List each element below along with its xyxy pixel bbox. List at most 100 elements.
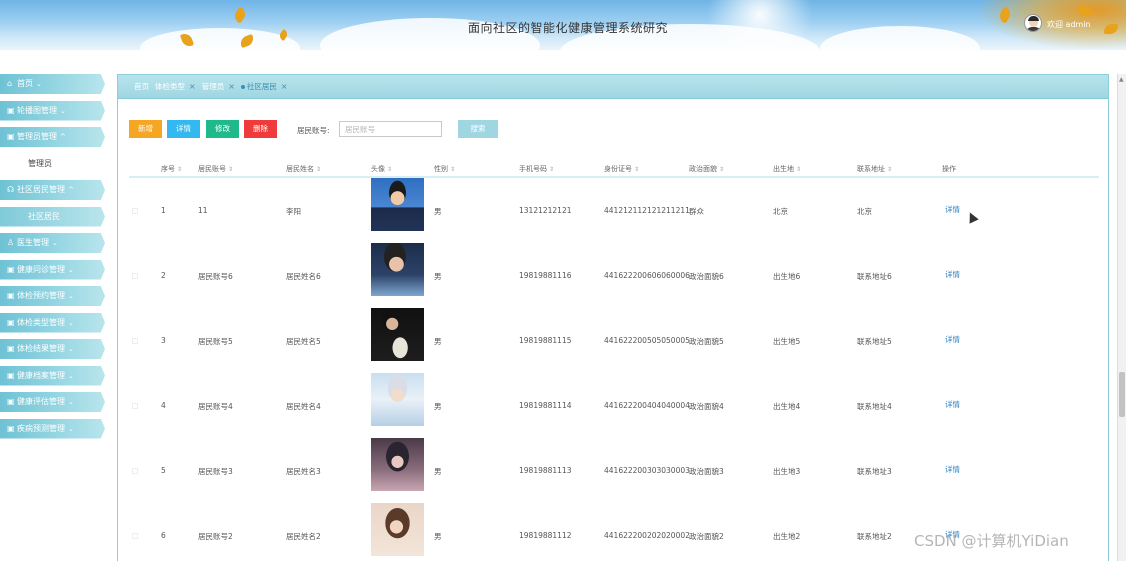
cell-address: 联系地址6 xyxy=(857,272,892,281)
active-dot-icon xyxy=(240,84,245,89)
sidebar-item-doctor[interactable]: ♙ 医生管理 ⌄ xyxy=(0,233,105,253)
cell-political: 政治面貌4 xyxy=(689,402,724,411)
cell-account: 居民账号4 xyxy=(198,402,233,411)
column-header[interactable]: 居民姓名 ⇕ xyxy=(286,164,321,174)
cell-phone: 13121212121 xyxy=(519,206,572,215)
sidebar-item-exam-type[interactable]: ▣ 体检类型管理 ⌄ xyxy=(0,312,105,333)
row-checkbox[interactable] xyxy=(132,208,138,214)
close-icon[interactable]: × xyxy=(189,82,196,91)
detail-link[interactable]: 详情 xyxy=(945,464,960,475)
detail-link[interactable]: 详情 xyxy=(945,334,960,345)
sidebar-item-admin-mgmt[interactable]: ▣ 管理员管理 ^ xyxy=(0,127,105,147)
row-checkbox[interactable] xyxy=(132,468,138,474)
table-row[interactable]: 2 居民账号6 居民姓名6 男 19819881116 44162220060606000… xyxy=(129,243,1099,308)
close-icon[interactable]: × xyxy=(281,82,288,91)
tab-bar: 首页 体检类型 × 管理员 × 社区居民 × xyxy=(118,75,1108,99)
column-header[interactable]: 身份证号 ⇕ xyxy=(604,164,639,174)
table-row[interactable]: 1 11 李阳男 13121212121 441212112121211211 群众 北京北… xyxy=(129,178,1099,243)
column-header[interactable]: 手机号码 ⇕ xyxy=(519,164,554,174)
chart-icon: ▣ xyxy=(7,397,15,406)
scrollbar-thumb[interactable] xyxy=(1119,372,1125,417)
tab-admin[interactable]: 管理员 × xyxy=(202,81,235,92)
resident-photo xyxy=(371,373,424,426)
delete-button[interactable]: 删除 xyxy=(244,120,277,138)
sidebar-item-label: 社区居民管理 xyxy=(17,185,65,194)
cell-account: 居民账号2 xyxy=(198,532,233,541)
sidebar-item-consult[interactable]: ▣ 健康问诊管理 ⌄ xyxy=(0,259,105,280)
search-input[interactable] xyxy=(339,121,442,137)
chevron-up-icon: ^ xyxy=(68,186,74,194)
tab-resident[interactable]: 社区居民 × xyxy=(240,81,288,92)
folder-icon: ▣ xyxy=(7,370,15,380)
header-cloud xyxy=(140,28,300,50)
sidebar-subitem-admin[interactable]: 管理员 xyxy=(0,154,105,174)
chevron-down-icon: ⌄ xyxy=(68,371,74,380)
column-header[interactable]: 头像 ⇕ xyxy=(371,164,392,174)
sidebar-item-health-assess[interactable]: ▣ 健康评估管理 ⌄ xyxy=(0,392,105,412)
sort-icon: ⇕ xyxy=(887,166,893,173)
cell-gender: 男 xyxy=(434,467,442,476)
sidebar-item-label: 体检预约管理 xyxy=(17,291,65,300)
sidebar-subitem-resident[interactable]: 社区居民 xyxy=(0,206,105,227)
detail-link[interactable]: 详情 xyxy=(945,204,960,215)
welcome-text[interactable]: 欢迎 admin xyxy=(1047,19,1091,30)
user-avatar[interactable] xyxy=(1024,14,1042,32)
tab-exam-type[interactable]: 体检类型 × xyxy=(155,81,196,92)
cell-birthplace: 出生地2 xyxy=(773,532,801,541)
add-button[interactable]: 新增 xyxy=(129,120,162,138)
column-header[interactable]: 政治面貌 ⇕ xyxy=(689,164,724,174)
cell-name: 李阳 xyxy=(286,207,301,216)
column-label: 手机号码 xyxy=(519,165,547,173)
sidebar-item-exam-result[interactable]: ▣ 体检结果管理 ⌄ xyxy=(0,339,105,359)
sidebar-item-resident-mgmt[interactable]: ☊ 社区居民管理 ^ xyxy=(0,180,105,200)
chevron-down-icon: ⌄ xyxy=(68,265,74,274)
cell-address: 联系地址4 xyxy=(857,402,892,411)
edit-button[interactable]: 修改 xyxy=(206,120,239,138)
header-sun xyxy=(700,0,820,50)
table-row[interactable]: 4 居民账号4 居民姓名4 男 19819881114 44162220040404000… xyxy=(129,373,1099,438)
column-header[interactable]: 序号 ⇕ xyxy=(161,164,182,174)
row-checkbox[interactable] xyxy=(132,533,138,539)
sidebar-item-label: 疾病预测管理 xyxy=(17,423,65,433)
detail-link[interactable]: 详情 xyxy=(945,399,960,410)
table-row[interactable]: 5 居民账号3 居民姓名3 男 19819881113 44162220030303000… xyxy=(129,438,1099,503)
close-icon[interactable]: × xyxy=(228,82,235,91)
sidebar-item-appointment[interactable]: ▣ 体检预约管理 ⌄ xyxy=(0,286,105,306)
resident-photo xyxy=(371,438,424,491)
detail-link[interactable]: 详情 xyxy=(945,269,960,280)
column-header[interactable]: 居民账号 ⇕ xyxy=(198,164,233,174)
sidebar-item-home[interactable]: ⌂ 首页 ⌄ xyxy=(0,74,105,94)
cell-address: 联系地址2 xyxy=(857,532,892,541)
cell-gender: 男 xyxy=(434,402,442,411)
search-button[interactable]: 搜索 xyxy=(458,120,498,138)
cell-gender: 男 xyxy=(434,207,442,216)
cell-no: 6 xyxy=(161,531,166,540)
column-header[interactable]: 性别 ⇕ xyxy=(434,164,455,174)
row-checkbox[interactable] xyxy=(132,338,138,344)
sidebar-item-disease-predict[interactable]: ▣ 疾病预测管理 ⌄ xyxy=(0,418,105,439)
row-checkbox[interactable] xyxy=(132,273,138,279)
column-header[interactable]: 出生地 ⇕ xyxy=(773,164,801,174)
cell-political: 政治面貌6 xyxy=(689,272,724,281)
tab-home[interactable]: 首页 xyxy=(134,81,149,92)
scroll-up-icon[interactable]: ▲ xyxy=(1119,76,1124,83)
sidebar-item-carousel[interactable]: ▣ 轮播图管理 ⌄ xyxy=(0,100,105,121)
cell-idcard: 441212112121211211 xyxy=(604,206,690,215)
cell-address: 北京 xyxy=(857,207,872,216)
cell-no: 5 xyxy=(161,466,166,475)
column-label: 头像 xyxy=(371,165,385,173)
page-scrollbar[interactable]: ▲ xyxy=(1117,74,1126,561)
cell-address: 联系地址5 xyxy=(857,337,892,346)
list-icon: ▣ xyxy=(7,317,15,327)
row-checkbox[interactable] xyxy=(132,403,138,409)
header-cloud xyxy=(820,26,980,50)
column-header[interactable]: 联系地址 ⇕ xyxy=(857,164,892,174)
cell-birthplace: 出生地5 xyxy=(773,337,801,346)
image-icon: ▣ xyxy=(7,105,15,115)
cell-birthplace: 出生地6 xyxy=(773,272,801,281)
table-row[interactable]: 3 居民账号5 居民姓名5 男 19819881115 44162220050505000… xyxy=(129,308,1099,373)
cell-no: 1 xyxy=(161,206,166,215)
cell-account: 居民账号5 xyxy=(198,337,233,346)
detail-button[interactable]: 详情 xyxy=(167,120,200,138)
sidebar-item-health-record[interactable]: ▣ 健康档案管理 ⌄ xyxy=(0,365,105,386)
